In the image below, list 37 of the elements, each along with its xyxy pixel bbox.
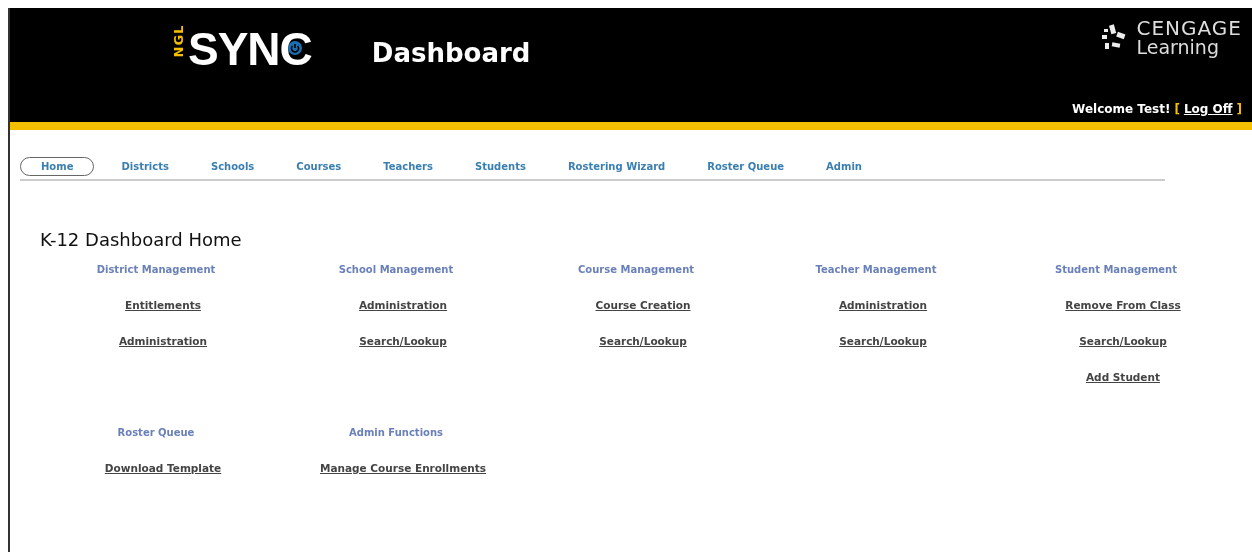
section-link[interactable]: Manage Course Enrollments: [320, 462, 486, 474]
section-link[interactable]: Add Student: [1086, 371, 1160, 383]
section-link[interactable]: Entitlements: [125, 299, 201, 311]
logo: NGL SYNC: [170, 22, 312, 76]
nav-tab[interactable]: Students: [454, 157, 547, 176]
section-link[interactable]: Search/Lookup: [1079, 335, 1167, 347]
section-heading: Teacher Management: [815, 264, 937, 275]
nav-tab[interactable]: Schools: [189, 157, 276, 176]
section-heading: District Management: [96, 264, 216, 275]
bracket: ]: [1236, 102, 1242, 116]
section-link[interactable]: Administration: [358, 299, 448, 311]
power-icon: [287, 41, 302, 55]
section-link[interactable]: Course Creation: [595, 299, 691, 311]
section-link[interactable]: Download Template: [104, 462, 222, 474]
section-heading: Admin Functions: [349, 427, 443, 438]
nav-tab[interactable]: Roster Queue: [686, 157, 806, 176]
section-link[interactable]: Search/Lookup: [359, 335, 447, 347]
section-link[interactable]: Administration: [838, 299, 928, 311]
page-header-title: Dashboard: [371, 38, 531, 68]
welcome-text: Welcome Test!: [1072, 102, 1171, 116]
log-off-link[interactable]: Log Off: [1183, 102, 1233, 116]
section-heading: Student Management: [1055, 264, 1177, 275]
section-heading: Course Management: [577, 264, 695, 275]
section-link[interactable]: Search/Lookup: [839, 335, 927, 347]
brand-logo: CENGAGE Learning: [1098, 18, 1242, 57]
section-link[interactable]: Remove From Class: [1065, 299, 1181, 311]
page-title: K-12 Dashboard Home: [40, 229, 243, 250]
nav-tab[interactable]: Districts: [100, 157, 190, 176]
section-heading: School Management: [338, 264, 454, 275]
section-link[interactable]: Administration: [118, 335, 208, 347]
bracket: [: [1174, 102, 1180, 116]
nav-tab[interactable]: Admin: [805, 157, 883, 176]
section-heading: Roster Queue: [117, 427, 195, 438]
nav-tab[interactable]: Rostering Wizard: [546, 157, 687, 176]
nav-tab[interactable]: Courses: [275, 157, 363, 176]
nav-tab[interactable]: Teachers: [362, 157, 454, 176]
section-link[interactable]: Search/Lookup: [599, 335, 687, 347]
